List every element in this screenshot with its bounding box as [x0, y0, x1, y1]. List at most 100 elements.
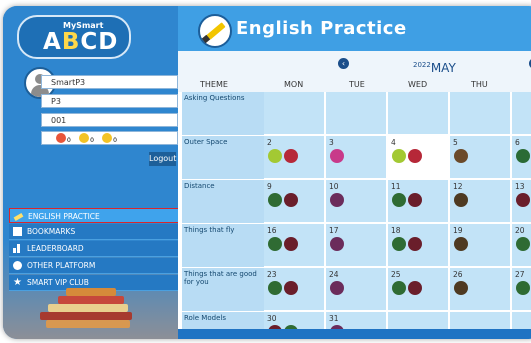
calendar-cell[interactable]: 3 [326, 136, 387, 179]
month-label: MAY [430, 61, 456, 75]
day-number: 13 [515, 182, 525, 191]
calendar-cell [388, 92, 449, 135]
dark-red-badge-icon[interactable] [408, 237, 422, 251]
calendar-cell[interactable]: 11 [388, 180, 449, 223]
dark-red-badge-icon[interactable] [516, 193, 530, 207]
calendar-cell[interactable]: 9 [264, 180, 325, 223]
dark-red-badge-icon[interactable] [408, 193, 422, 207]
calendar-cell-today[interactable]: 4 [388, 136, 449, 179]
pencil-icon [13, 213, 24, 221]
day-number: 5 [453, 138, 458, 147]
purple-badge-icon[interactable] [330, 237, 344, 251]
page-title: English Practice [236, 18, 407, 39]
calendar-cell[interactable]: 20 [512, 224, 531, 267]
header-thu: THU [471, 80, 488, 89]
calendar-cell[interactable]: 25 [388, 268, 449, 311]
menu-label: LEADERBOARD [27, 244, 84, 253]
logo-letter-d: D [98, 29, 119, 55]
purple-badge-icon[interactable] [330, 193, 344, 207]
calendar-cell[interactable]: 13 [512, 180, 531, 223]
brown-badge-icon[interactable] [454, 281, 468, 295]
green-g-badge-icon[interactable] [268, 149, 282, 163]
calendar-cell[interactable]: 2 [264, 136, 325, 179]
calendar-cell[interactable]: 5 [450, 136, 511, 179]
english-pencil-icon [198, 14, 232, 48]
red-book-badge-icon[interactable] [408, 149, 422, 163]
dark-green-badge-icon[interactable] [516, 281, 530, 295]
dark-green-badge-icon[interactable] [268, 193, 282, 207]
calendar-cell[interactable]: 19 [450, 224, 511, 267]
brown-badge-icon[interactable] [454, 149, 468, 163]
theme-text: Outer Space [184, 138, 228, 146]
emoji-counts: 0 0 0 [41, 131, 178, 145]
previous-month-button[interactable]: ‹ [338, 58, 349, 69]
sidebar-menu: ENGLISH PRACTICE BOOKMARKS LEADERBOARD O… [9, 208, 179, 292]
calendar-cell[interactable]: 16 [264, 224, 325, 267]
emoji-count-1: 0 [67, 137, 71, 144]
calendar-cell[interactable]: 23 [264, 268, 325, 311]
theme-text: Things that fly [184, 226, 235, 234]
page-banner: English Practice [178, 6, 531, 51]
calendar-cell[interactable]: 24 [326, 268, 387, 311]
calendar-cell[interactable]: 26 [450, 268, 511, 311]
logout-button[interactable]: Logout [149, 152, 176, 166]
app-frame: MySmart ABCD SmartP3 P3 001 0 0 0 Logout… [3, 6, 531, 339]
sidebar-item-leaderboard[interactable]: LEADERBOARD [9, 241, 179, 257]
day-number: 4 [391, 138, 396, 147]
calendar-cell [512, 92, 531, 135]
dark-green-badge-icon[interactable] [268, 237, 282, 251]
bottom-bar [178, 329, 531, 339]
theme-text: Asking Questions [184, 94, 245, 102]
calendar-cell[interactable]: 18 [388, 224, 449, 267]
star-icon: ★ [13, 277, 22, 288]
angry-emoji-icon [56, 133, 66, 143]
day-number: 3 [329, 138, 334, 147]
calendar-cell[interactable]: 10 [326, 180, 387, 223]
calendar-cell[interactable]: 17 [326, 224, 387, 267]
dark-red-badge-icon[interactable] [284, 193, 298, 207]
purple-badge-icon[interactable] [330, 281, 344, 295]
books-illustration [28, 286, 148, 334]
day-number: 27 [515, 270, 525, 279]
logo-letter-a: A [43, 29, 62, 55]
calendar-cell[interactable]: 12 [450, 180, 511, 223]
month-year-label: 2022MAY [413, 57, 456, 76]
day-number: 11 [391, 182, 401, 191]
day-number: 25 [391, 270, 401, 279]
sidebar-item-other-platform[interactable]: OTHER PLATFORM [9, 258, 179, 274]
dark-green-badge-icon[interactable] [392, 237, 406, 251]
calendar-cell [264, 92, 325, 135]
dark-green-badge-icon[interactable] [268, 281, 282, 295]
sidebar-item-bookmarks[interactable]: BOOKMARKS [9, 224, 179, 240]
dark-green-badge-icon[interactable] [516, 237, 530, 251]
leaderboard-icon [13, 248, 16, 253]
theme-text: Distance [184, 182, 215, 190]
day-number: 19 [453, 226, 463, 235]
green-g-badge-icon[interactable] [392, 149, 406, 163]
bookmark-icon [13, 227, 22, 236]
dark-green-badge-icon[interactable] [392, 193, 406, 207]
mysmart-abcd-logo[interactable]: MySmart ABCD [17, 15, 131, 59]
red-book-badge-icon[interactable] [284, 149, 298, 163]
pink-badge-icon[interactable] [330, 149, 344, 163]
theme-label: Things that are good for you [182, 268, 264, 312]
dark-red-badge-icon[interactable] [284, 281, 298, 295]
day-number: 17 [329, 226, 339, 235]
calendar-cell[interactable]: 27 [512, 268, 531, 311]
day-number: 16 [267, 226, 277, 235]
theme-label: Asking Questions [182, 92, 264, 136]
brown-badge-icon[interactable] [454, 193, 468, 207]
sidebar-item-english-practice[interactable]: ENGLISH PRACTICE [9, 208, 179, 223]
dark-red-badge-icon[interactable] [284, 237, 298, 251]
day-number: 30 [267, 314, 277, 323]
calendar-cell[interactable]: 6 [512, 136, 531, 179]
main-panel: English Practice ‹ 2022MAY THEME MON TUE… [178, 6, 531, 339]
dark-red-badge-icon[interactable] [408, 281, 422, 295]
dark-green-badge-icon[interactable] [516, 149, 530, 163]
menu-label: ENGLISH PRACTICE [28, 212, 100, 221]
dark-green-badge-icon[interactable] [392, 281, 406, 295]
calendar-header: THEME MON TUE WED THU [178, 76, 531, 92]
brown-badge-icon[interactable] [454, 237, 468, 251]
month-navigation: ‹ 2022MAY [178, 51, 531, 76]
sidebar: MySmart ABCD SmartP3 P3 001 0 0 0 Logout… [3, 6, 179, 339]
